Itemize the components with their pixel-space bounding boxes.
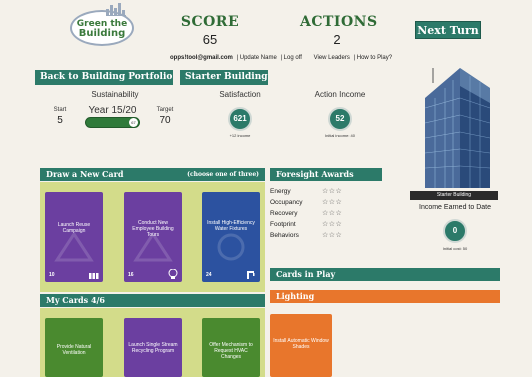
my-card-3-title: Offer Mechanism to Request HVAC Changes [209,342,253,360]
log-off-link[interactable]: | Log off [280,55,301,61]
award-label-footprint: Footprint [270,221,296,228]
award-stars-behaviors: ☆☆☆ [322,232,343,239]
action-income-label: Action Income [314,90,366,99]
draw-card-3-title: Install High-Efficiency Water Fixtures [207,220,255,232]
award-stars-recovery: ☆☆☆ [322,210,343,217]
head-icon [168,269,178,279]
progress-knob: 67 [129,118,138,127]
cards-in-play-header: Cards in Play [270,268,500,281]
my-card-2-title: Launch Single Stream Recycling Program [128,342,178,354]
action-income-sub: Initial income: 40 [324,133,355,138]
draw-card-2-title: Conduct New Employee Building Tours [132,220,174,238]
skyscraper-image [424,68,491,188]
score-stat: SCORE 65 [180,14,240,47]
draw-card-2-number: 16 [128,272,134,278]
lighting-card[interactable]: Install Automatic Window Shades [270,314,332,377]
foresight-awards-header: Foresight Awards [270,168,382,181]
award-stars-energy: ☆☆☆ [322,188,343,195]
draw-card-3-number: 24 [206,272,212,278]
income-earned-label: Income Earned to Date [419,204,491,211]
sustainability-progress-bar: 67 [85,117,140,128]
faucet-icon [247,271,255,279]
draw-card-3[interactable]: Install High-Efficiency Water Fixtures 2… [202,192,260,282]
lighting-card-title: Install Automatic Window Shades [273,338,329,350]
user-email: opps!tool@gmail.com [170,55,233,61]
my-card-1[interactable]: Provide Natural Ventilation [45,318,103,377]
score-label: SCORE [180,14,240,30]
award-stars-occupancy: ☆☆☆ [322,199,343,206]
award-stars-footprint: ☆☆☆ [322,221,343,228]
year-label: Year 15/20 [88,105,137,116]
my-card-3[interactable]: Offer Mechanism to Request HVAC Changes [202,318,260,377]
lighting-header: Lighting [270,290,500,303]
award-label-occupancy: Occupancy [270,199,303,206]
update-name-link[interactable]: | Update Name [237,55,277,61]
next-turn-button[interactable]: Next Turn [415,21,481,39]
building-caption: Starter Building [410,191,498,200]
award-label-energy: Energy [270,188,291,195]
sustainability-label: Sustainability [91,90,139,99]
water-watermark-icon [217,233,245,261]
recycle-bins-icon [89,273,99,279]
draw-card-1[interactable]: Launch Reuse Campaign 10 [45,192,103,282]
recycle-watermark-icon [54,232,94,262]
satisfaction-label: Satisfaction [219,90,261,99]
actions-value: 2 [333,32,341,47]
action-income-value-circle: 52 [328,107,352,131]
my-cards-header: My Cards 4/6 [40,294,265,307]
award-label-recovery: Recovery [270,210,298,217]
skyline-icon [106,3,126,16]
my-card-1-title: Provide Natural Ventilation [56,344,92,356]
logo-line2: Building [78,28,126,39]
target-value: 70 [159,115,171,126]
user-bar: opps!tool@gmail.com | Update Name | Log … [170,55,394,61]
income-earned-circle: 0 [443,219,467,243]
draw-choose-hint: (choose one of three) [187,171,259,178]
my-card-2[interactable]: Launch Single Stream Recycling Program [124,318,182,377]
actions-label: ACTIONS [300,14,378,30]
draw-card-2[interactable]: Conduct New Employee Building Tours 16 [124,192,182,282]
draw-title: Draw a New Card [46,169,124,179]
start-value: 5 [57,115,63,126]
draw-card-1-number: 10 [49,272,55,278]
award-label-behaviors: Behaviors [270,232,299,239]
back-to-portfolio-button[interactable]: Back to Building Portfolio [35,70,173,85]
view-leaders-link[interactable]: View Leaders [314,55,350,61]
draw-new-card-header: Draw a New Card (choose one of three) [40,168,265,181]
satisfaction-value-circle: 621 [228,107,252,131]
satisfaction-sub: +12 income [229,133,251,138]
starter-building-tab[interactable]: Starter Building [180,70,268,85]
actions-stat: ACTIONS 2 [300,14,378,47]
score-value: 65 [202,32,218,47]
green-the-building-logo[interactable]: Green the Building [70,3,134,46]
how-to-play-link[interactable]: | How to Play? [354,55,393,61]
target-label: Target [156,107,174,113]
draw-card-1-title: Launch Reuse Campaign [57,222,91,234]
initial-cost: Initial cost: 50 [442,246,468,251]
start-label: Start [53,107,67,113]
